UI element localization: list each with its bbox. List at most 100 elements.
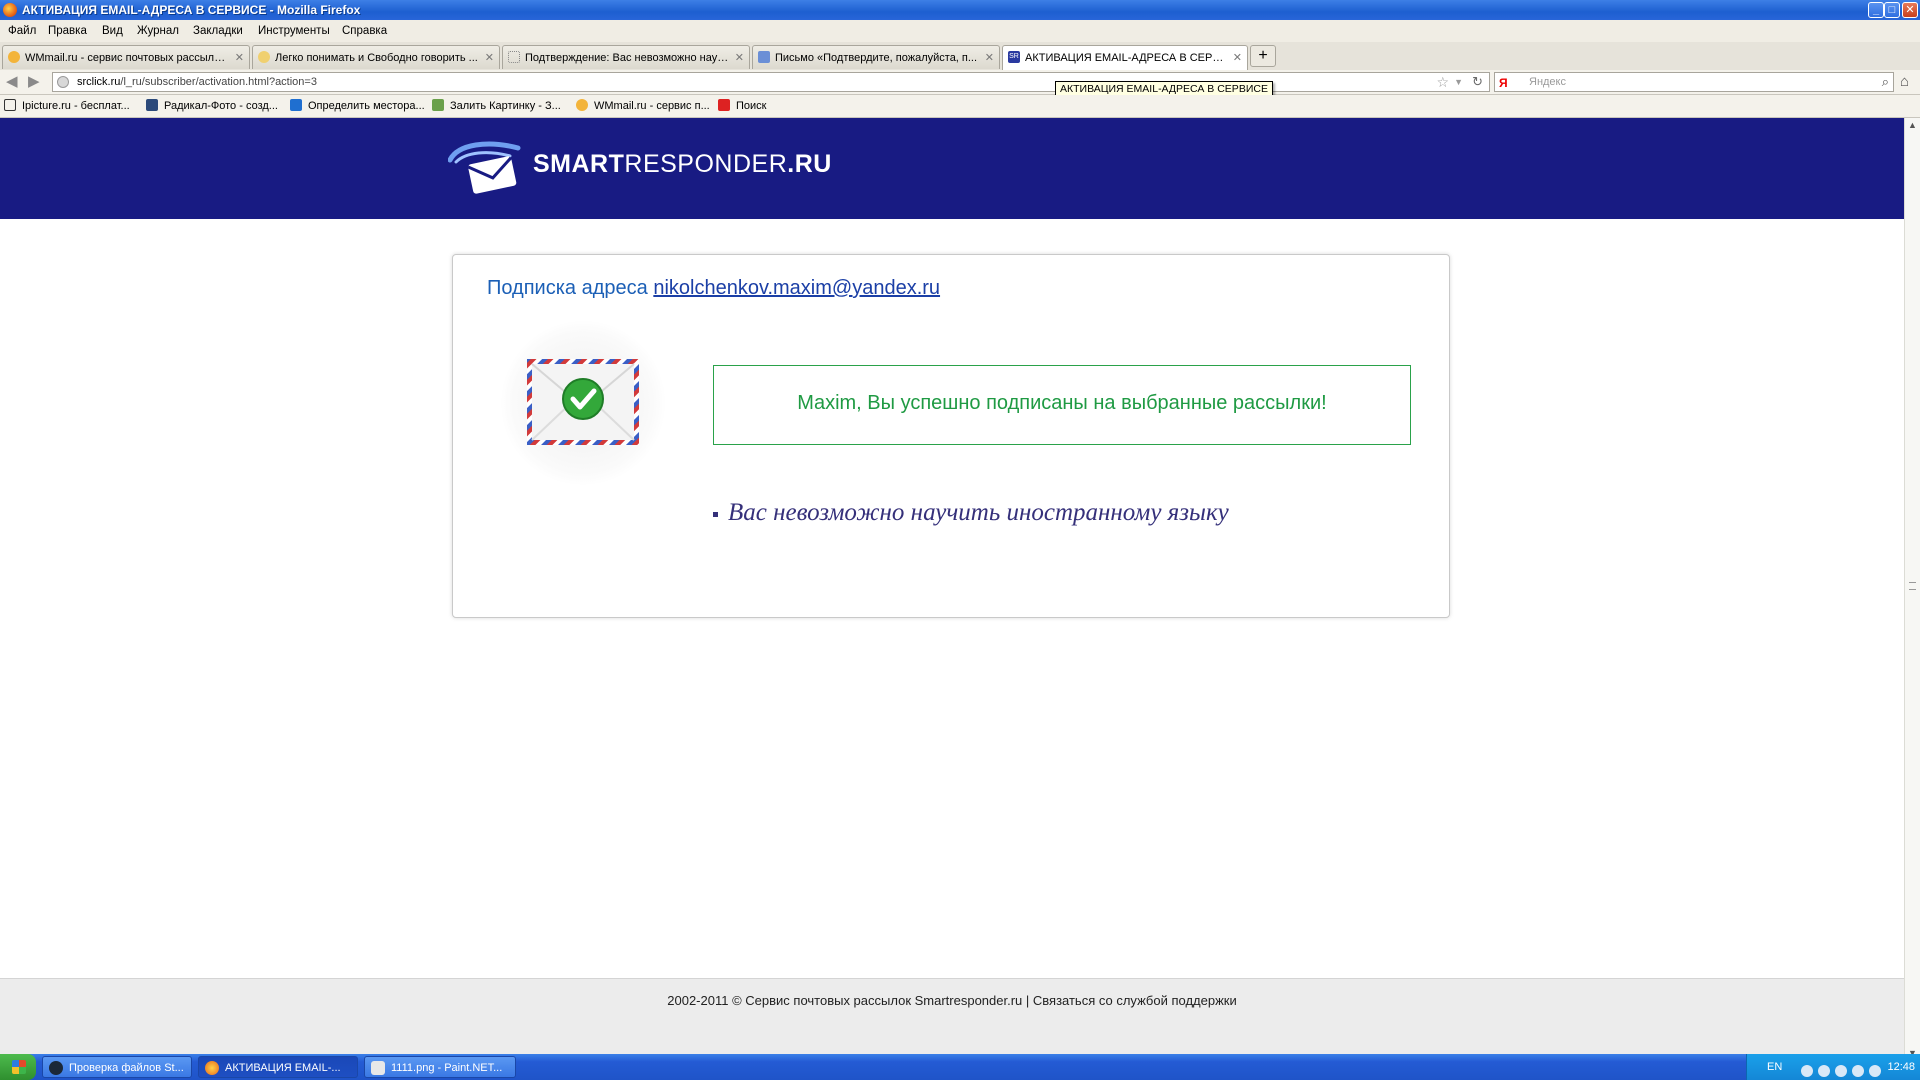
reload-icon[interactable]: ↻ xyxy=(1472,73,1483,91)
bookmark-label: Залить Картинку - З... xyxy=(450,100,561,112)
menu-view[interactable]: Вид xyxy=(102,20,123,42)
security-tray-icon[interactable] xyxy=(1852,1065,1864,1077)
logo-text-light: RESPONDER xyxy=(624,150,788,178)
subscription-heading: Подписка адреса nikolchenkov.maxim@yande… xyxy=(487,277,940,300)
menu-help[interactable]: Справка xyxy=(342,20,387,42)
scroll-grip[interactable] xyxy=(1909,582,1916,590)
tab-confirmation[interactable]: Подтверждение: Вас невозможно науч... ✕ xyxy=(502,45,750,69)
bookmark-label: Поиск xyxy=(736,100,767,112)
volume-tray-icon[interactable] xyxy=(1869,1065,1881,1077)
vertical-scrollbar[interactable]: ▲ ▼ xyxy=(1904,118,1920,1060)
search-go-icon[interactable]: ⌕ xyxy=(1882,73,1889,91)
window-title: АКТИВАЦИЯ EMAIL-АДРЕСА В СЕРВИСЕ - Mozil… xyxy=(22,3,361,17)
tab-easy-understand[interactable]: Легко понимать и Свободно говорить ... ✕ xyxy=(252,45,500,69)
app-tray-icon[interactable] xyxy=(1835,1065,1847,1077)
search-input[interactable]: Я Яндекс ⌕ xyxy=(1494,72,1894,92)
bookmark-star-icon[interactable]: ☆ xyxy=(1436,73,1449,91)
envelope-illustration xyxy=(501,321,665,485)
search-placeholder: Яндекс xyxy=(1529,76,1566,88)
bookmark-search[interactable]: Поиск xyxy=(718,95,766,117)
bookmark-ip-locate[interactable]: Определить местора... xyxy=(290,95,425,117)
tab-bar: WMmail.ru - сервис почтовых рассылок... … xyxy=(0,42,1920,71)
site-footer: 2002-2011 © Сервис почтовых рассылок Sma… xyxy=(0,978,1904,1061)
success-message: Maxim, Вы успешно подписаны на выбранные… xyxy=(797,392,1327,414)
subscribed-list-item: Вас невозможно научить иностранному язык… xyxy=(713,499,1229,527)
forward-button[interactable]: ▶ xyxy=(28,72,40,92)
close-window-button[interactable]: ✕ xyxy=(1902,2,1918,18)
taskbar-item-firefox[interactable]: АКТИВАЦИЯ EMAIL-... xyxy=(198,1056,358,1078)
bookmark-ipicture[interactable]: Ipicture.ru - бесплат... xyxy=(4,95,130,117)
wmmail-icon xyxy=(576,99,588,111)
tab-close-icon[interactable]: ✕ xyxy=(735,47,744,69)
taskbar-item-paintnet[interactable]: 1111.png - Paint.NET... xyxy=(364,1056,516,1078)
envelope-check-icon xyxy=(527,359,639,445)
taskbar: Проверка файлов St... АКТИВАЦИЯ EMAIL-..… xyxy=(0,1054,1920,1080)
subscription-card: Подписка адреса nikolchenkov.maxim@yande… xyxy=(452,254,1450,618)
tab-label: Письмо «Подтвердите, пожалуйста, п... xyxy=(775,52,978,64)
tab-close-icon[interactable]: ✕ xyxy=(485,47,494,69)
page-viewport: SMARTRESPONDER.RU Подписка адреса nikolc… xyxy=(0,118,1904,1061)
list-name: Вас невозможно научить иностранному язык… xyxy=(728,499,1229,526)
subscriber-email-link[interactable]: nikolchenkov.maxim@yandex.ru xyxy=(653,277,940,299)
menu-history[interactable]: Журнал xyxy=(137,20,179,42)
steam-icon xyxy=(49,1061,63,1075)
tab-close-icon[interactable]: ✕ xyxy=(235,47,244,69)
start-button[interactable] xyxy=(0,1054,36,1080)
bookmark-label: Определить местора... xyxy=(308,100,425,112)
menu-bookmarks[interactable]: Закладки xyxy=(193,20,243,42)
tab-close-icon[interactable]: ✕ xyxy=(1233,47,1242,69)
success-message-box: Maxim, Вы успешно подписаны на выбранные… xyxy=(713,365,1411,445)
ip-icon xyxy=(290,99,302,111)
logo-text-strong: SMART xyxy=(533,150,625,178)
maximize-button[interactable]: □ xyxy=(1884,2,1900,18)
window-titlebar: АКТИВАЦИЯ EMAIL-АДРЕСА В СЕРВИСЕ - Mozil… xyxy=(0,0,1920,20)
back-button[interactable]: ◀ xyxy=(6,72,18,92)
menu-edit[interactable]: Правка xyxy=(48,20,87,42)
search-bookmark-icon xyxy=(718,99,730,111)
url-text[interactable]: srclick.ru/l_ru/subscriber/activation.ht… xyxy=(77,73,317,91)
tab-wmmail[interactable]: WMmail.ru - сервис почтовых рассылок... … xyxy=(2,45,250,69)
steam-tray-icon[interactable] xyxy=(1801,1065,1813,1077)
taskbar-item-label: 1111.png - Paint.NET... xyxy=(391,1062,503,1074)
scroll-up-icon[interactable]: ▲ xyxy=(1908,120,1917,130)
logo-envelope-icon xyxy=(448,141,521,194)
tab-label: WMmail.ru - сервис почтовых рассылок... xyxy=(25,52,231,64)
taskbar-item-label: АКТИВАЦИЯ EMAIL-... xyxy=(225,1062,341,1074)
logo-text-suffix: .RU xyxy=(787,150,832,178)
new-tab-button[interactable]: + xyxy=(1250,45,1276,67)
bookmark-wmmail[interactable]: WMmail.ru - сервис п... xyxy=(576,95,710,117)
menu-file[interactable]: Файл xyxy=(8,20,36,42)
bookmark-label: Ipicture.ru - бесплат... xyxy=(22,100,130,112)
logo-text: SMARTRESPONDER.RU xyxy=(533,150,832,179)
bookmark-label: Радикал-Фото - созд... xyxy=(164,100,278,112)
history-dropdown-icon[interactable]: ▼ xyxy=(1454,73,1463,91)
tab-label: Подтверждение: Вас невозможно науч... xyxy=(525,52,731,64)
url-path: /l_ru/subscriber/activation.html?action=… xyxy=(120,76,317,88)
yandex-engine-icon[interactable]: Я xyxy=(1499,74,1508,92)
tab-close-icon[interactable]: ✕ xyxy=(985,47,994,69)
wmmail-icon xyxy=(8,51,20,63)
menu-tools[interactable]: Инструменты xyxy=(258,20,330,42)
network-tray-icon[interactable] xyxy=(1818,1065,1830,1077)
taskbar-item-label: Проверка файлов St... xyxy=(69,1062,184,1074)
tab-label: АКТИВАЦИЯ EMAIL-АДРЕСА В СЕРВИСЕ xyxy=(1025,52,1229,64)
bookmarks-toolbar: Ipicture.ru - бесплат... Радикал-Фото - … xyxy=(0,95,1920,118)
taskbar-item-steam[interactable]: Проверка файлов St... xyxy=(42,1056,192,1078)
windows-logo-icon xyxy=(12,1060,26,1074)
url-bar[interactable]: srclick.ru/l_ru/subscriber/activation.ht… xyxy=(52,72,1490,92)
navigation-bar: ◀ ▶ srclick.ru/l_ru/subscriber/activatio… xyxy=(0,70,1920,95)
minimize-button[interactable]: _ xyxy=(1868,2,1884,18)
site-identity-icon[interactable] xyxy=(57,76,69,88)
language-indicator[interactable]: EN xyxy=(1767,1054,1782,1080)
bookmark-image-host[interactable]: Залить Картинку - З... xyxy=(432,95,561,117)
tab-activation[interactable]: SR АКТИВАЦИЯ EMAIL-АДРЕСА В СЕРВИСЕ ✕ xyxy=(1002,45,1248,71)
mail-icon xyxy=(758,51,770,63)
bookmark-label: WMmail.ru - сервис п... xyxy=(594,100,710,112)
blank-page-icon xyxy=(508,51,520,63)
tab-letter[interactable]: Письмо «Подтвердите, пожалуйста, п... ✕ xyxy=(752,45,1000,69)
bookmark-radikal[interactable]: Радикал-Фото - созд... xyxy=(146,95,278,117)
radikal-icon xyxy=(146,99,158,111)
clock: 12:48 xyxy=(1887,1061,1915,1073)
site-logo[interactable]: SMARTRESPONDER.RU xyxy=(448,138,831,198)
home-icon[interactable]: ⌂ xyxy=(1900,72,1909,92)
